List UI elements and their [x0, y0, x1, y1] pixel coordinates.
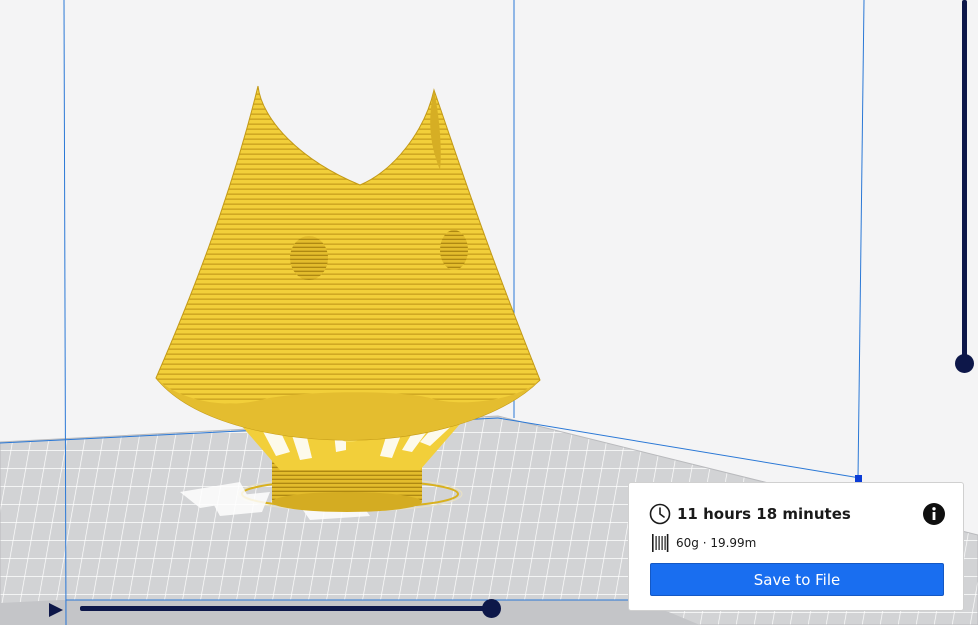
clock-icon [649, 503, 671, 525]
layer-slider-handle[interactable] [955, 354, 974, 373]
print-info-panel: 11 hours 18 minutes 60g · 19.99m Save to… [628, 482, 964, 611]
info-icon[interactable] [922, 502, 946, 526]
simulation-progress-track[interactable] [80, 606, 491, 611]
simulation-progress-handle[interactable] [482, 599, 501, 618]
material-usage-row: 60g · 19.99m [651, 532, 756, 554]
build-plate-border [0, 600, 700, 625]
material-usage-text: 60g · 19.99m [676, 536, 757, 550]
print-time-text: 11 hours 18 minutes [677, 505, 851, 523]
spool-icon [652, 534, 669, 552]
print-time-row: 11 hours 18 minutes [649, 502, 851, 526]
save-to-file-button[interactable]: Save to File [650, 563, 944, 596]
play-button[interactable] [46, 600, 66, 620]
layer-slider-track[interactable] [962, 0, 967, 363]
play-icon [49, 603, 63, 617]
3d-viewport[interactable]: 11 hours 18 minutes 60g · 19.99m Save to… [0, 0, 978, 625]
